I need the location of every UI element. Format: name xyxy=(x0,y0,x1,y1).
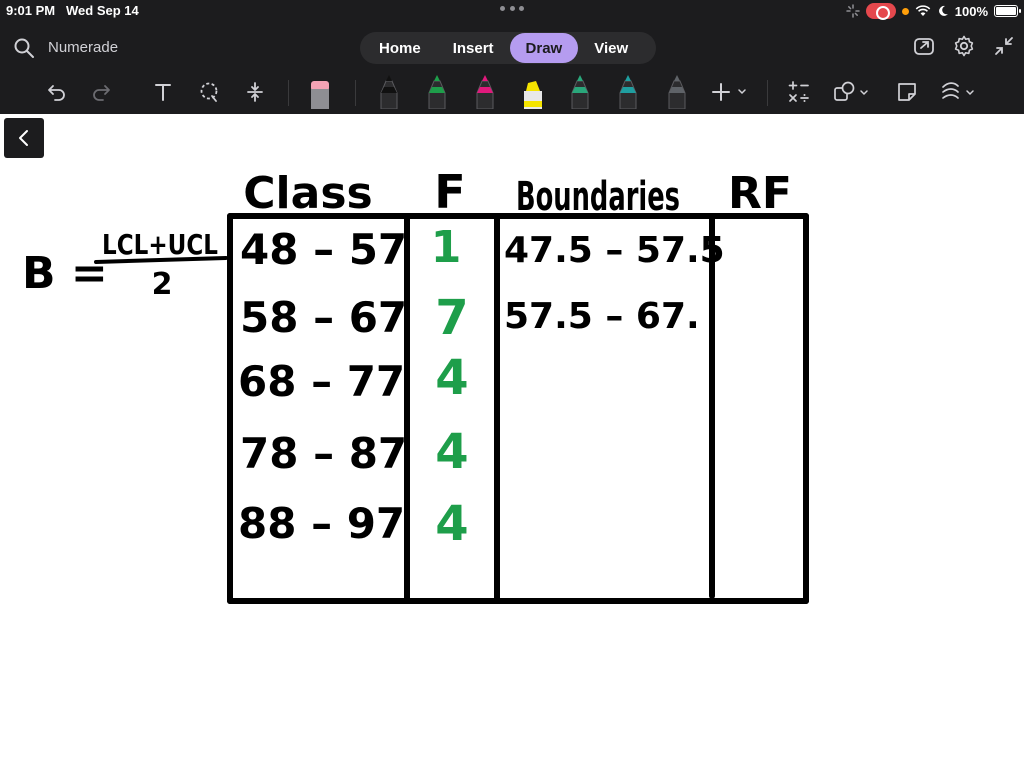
add-icon[interactable] xyxy=(710,78,750,106)
header-row: Numerade Home Insert Draw View xyxy=(0,30,1024,66)
shapes-icon[interactable] xyxy=(832,78,874,106)
highlighter-yellow-icon[interactable] xyxy=(520,78,546,109)
status-time: 9:01 PM xyxy=(6,3,56,18)
toolbar-divider xyxy=(767,80,768,106)
multitasking-dots-icon[interactable] xyxy=(500,6,524,14)
mic-indicator-icon xyxy=(901,7,909,15)
pen-magenta-icon[interactable] xyxy=(472,75,498,109)
eraser-icon[interactable] xyxy=(307,78,333,109)
tab-draw[interactable]: Draw xyxy=(509,33,579,63)
app-name: Numerade xyxy=(48,39,119,56)
drawing-canvas[interactable] xyxy=(0,114,1024,768)
text-icon[interactable] xyxy=(150,78,176,106)
screen-recording-icon[interactable] xyxy=(865,3,896,20)
gear-icon[interactable] xyxy=(952,34,976,58)
sticky-note-icon[interactable] xyxy=(894,78,920,106)
moon-icon xyxy=(938,5,948,16)
loading-icon xyxy=(846,4,860,18)
chevron-left-icon xyxy=(19,130,28,146)
ribbon-tabs: Home Insert Draw View xyxy=(360,32,656,64)
math-icon[interactable] xyxy=(786,78,812,106)
battery-icon xyxy=(994,5,1021,17)
toolbar-divider xyxy=(355,80,356,106)
app-chrome: 9:01 PM Wed Sep 14 100% Numerade Home In… xyxy=(0,0,1024,114)
status-indicators: 100% xyxy=(846,2,1021,20)
pen-black-icon[interactable] xyxy=(376,75,402,109)
pen-teal-dark-icon[interactable] xyxy=(615,75,641,109)
tab-view[interactable]: View xyxy=(578,33,644,63)
pen-green-icon[interactable] xyxy=(424,75,450,109)
collapse-icon[interactable] xyxy=(992,34,1016,58)
undo-icon[interactable] xyxy=(44,78,70,106)
back-button[interactable] xyxy=(4,118,44,158)
space-icon[interactable] xyxy=(242,78,268,106)
wifi-icon xyxy=(915,5,931,16)
tab-home[interactable]: Home xyxy=(363,33,437,63)
status-bar: 9:01 PM Wed Sep 14 100% xyxy=(0,0,1024,22)
search-icon[interactable] xyxy=(12,36,36,60)
redo-icon[interactable] xyxy=(88,78,114,106)
pen-gray-icon[interactable] xyxy=(664,75,690,109)
battery-percent: 100% xyxy=(954,3,988,19)
share-icon[interactable] xyxy=(912,34,936,58)
header-actions xyxy=(912,34,1016,58)
ink-style-icon[interactable] xyxy=(940,78,980,106)
pen-teal-icon[interactable] xyxy=(567,75,593,109)
lasso-icon[interactable] xyxy=(196,78,222,106)
toolbar-divider xyxy=(288,80,289,106)
tab-insert[interactable]: Insert xyxy=(437,33,510,63)
draw-toolbar xyxy=(0,72,1024,114)
status-date: Wed Sep 14 xyxy=(66,3,139,18)
